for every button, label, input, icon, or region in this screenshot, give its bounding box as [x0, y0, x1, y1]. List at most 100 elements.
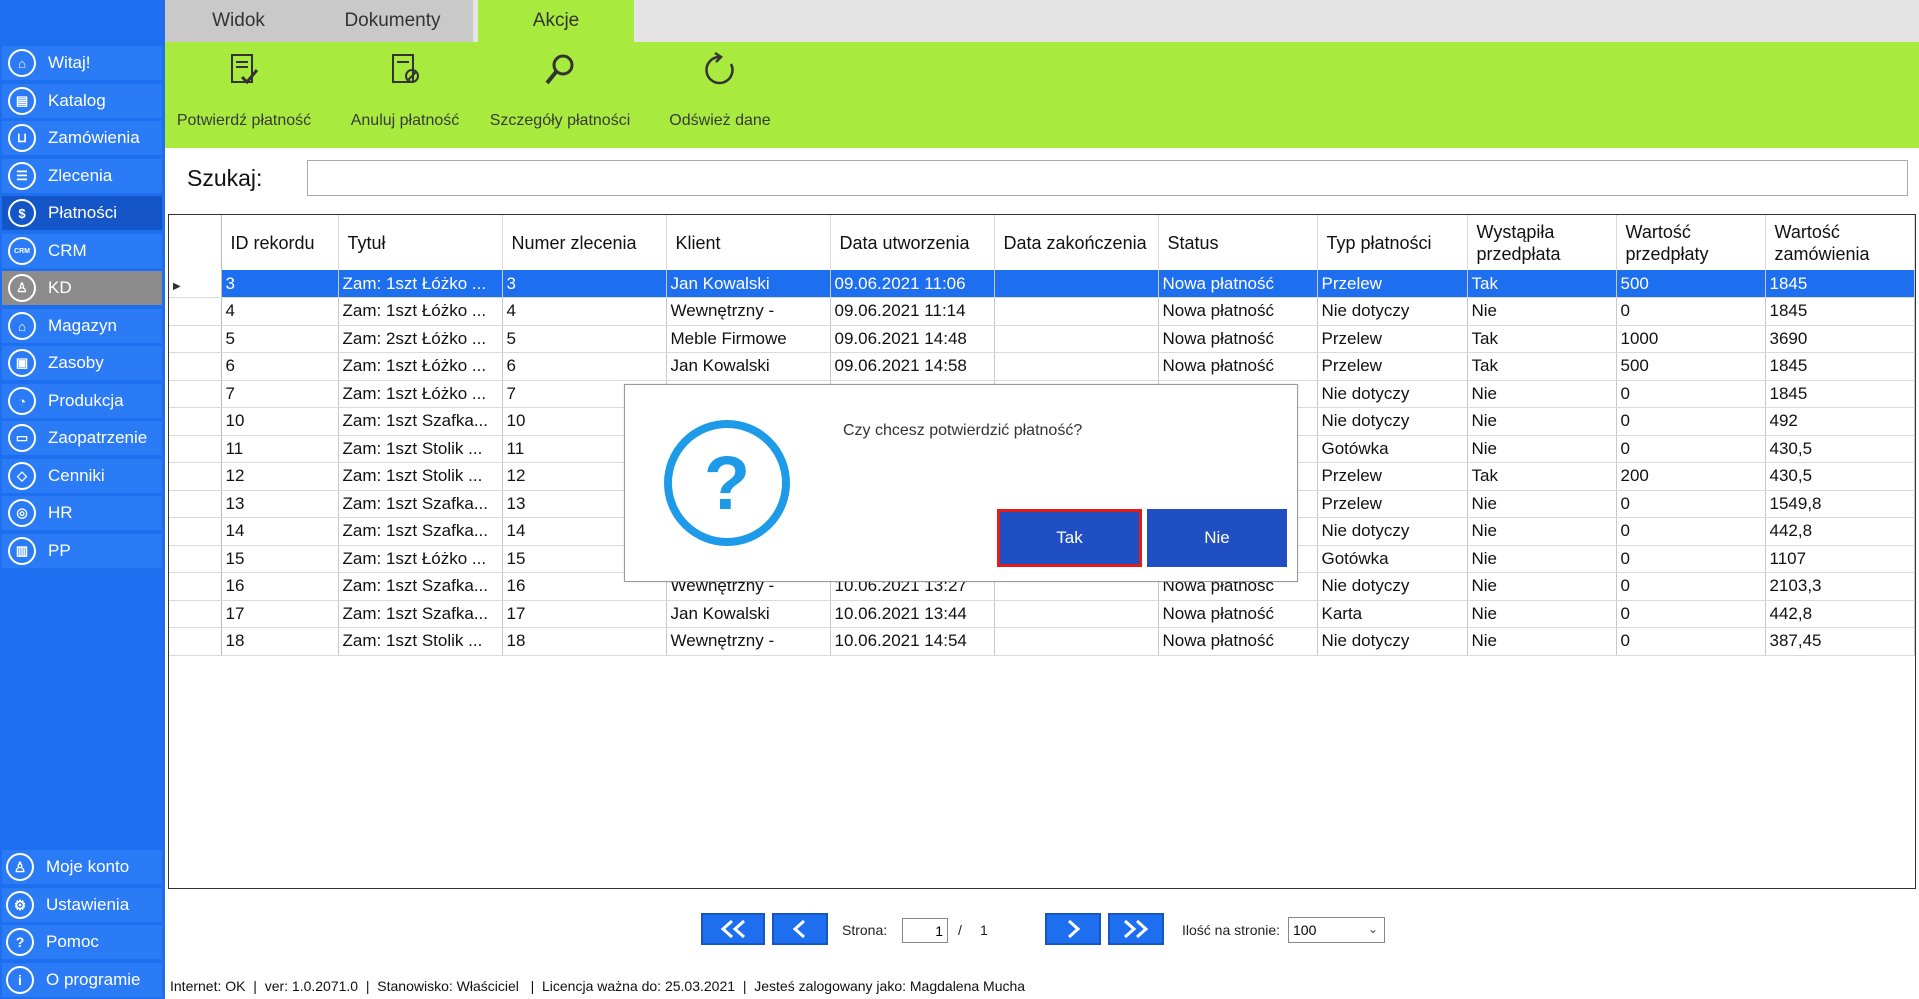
sidebar-item-moje-konto[interactable]: ♙ Moje konto	[2, 850, 162, 884]
table-cell[interactable]: Meble Firmowe	[666, 325, 831, 353]
table-cell[interactable]: 1107	[1765, 545, 1915, 573]
sidebar-item-ustawienia[interactable]: ⚙ Ustawienia	[2, 888, 162, 922]
table-cell[interactable]: 5	[502, 325, 667, 353]
table-cell[interactable]: 7	[221, 380, 339, 408]
sidebar-item-crm[interactable]: CRM CRM	[2, 234, 162, 268]
table-cell[interactable]: Karta	[1317, 600, 1468, 628]
page-input[interactable]	[902, 918, 948, 943]
table-cell[interactable]: 13	[221, 490, 339, 518]
table-row[interactable]: 6 Zam: 1szt Łóżko ... 6 Jan Kowalski 09.06.2…	[169, 352, 1915, 381]
table-cell[interactable]: 17	[502, 600, 667, 628]
table-cell[interactable]: Nowa płatność	[1158, 325, 1318, 353]
table-cell[interactable]: Tak	[1467, 325, 1617, 353]
table-cell[interactable]: 492	[1765, 407, 1915, 436]
table-cell[interactable]: 1000	[1616, 325, 1766, 353]
table-cell[interactable]: 0	[1616, 572, 1766, 601]
table-cell[interactable]: Zam: 1szt Łóżko ...	[338, 380, 503, 408]
table-cell[interactable]: 09.06.2021 11:14	[830, 297, 995, 326]
table-cell[interactable]: Przelew	[1317, 462, 1468, 491]
sidebar-item-cenniki[interactable]: ◇ Cenniki	[2, 459, 162, 493]
column-header[interactable]: ID rekordu	[221, 215, 339, 270]
table-cell[interactable]: Zam: 2szt Łóżko ...	[338, 325, 503, 353]
table-cell[interactable]: 09.06.2021 14:48	[830, 325, 995, 353]
table-cell[interactable]: Nie	[1467, 572, 1617, 601]
table-cell[interactable]: 3690	[1765, 325, 1915, 353]
sidebar-item-produkcja[interactable]: ◔ Produkcja	[2, 384, 162, 418]
table-cell[interactable]: 0	[1616, 600, 1766, 628]
table-cell[interactable]: 12	[221, 462, 339, 491]
table-cell[interactable]: Tak	[1467, 462, 1617, 491]
row-header[interactable]	[169, 407, 222, 436]
table-cell[interactable]: Jan Kowalski	[666, 352, 831, 381]
sidebar-item-o-programie[interactable]: i O programie	[2, 963, 162, 997]
table-cell[interactable]: 4	[221, 297, 339, 326]
table-cell[interactable]: Zam: 1szt Łóżko ...	[338, 352, 503, 381]
column-header[interactable]: Wartość przedpłaty	[1616, 215, 1766, 270]
table-row[interactable]: 18 Zam: 1szt Stolik ... 18 Wewnętrzny -10.0…	[169, 627, 1915, 656]
table-cell[interactable]: 14	[221, 517, 339, 546]
table-cell[interactable]: 1845	[1765, 380, 1915, 408]
table-cell[interactable]: 387,45	[1765, 627, 1915, 656]
sidebar-item-zamowienia[interactable]: ⊔ Zamówienia	[2, 121, 162, 155]
column-header[interactable]: Typ płatności	[1317, 215, 1468, 270]
table-cell[interactable]: Przelew	[1317, 270, 1468, 298]
table-cell[interactable]: 500	[1616, 270, 1766, 298]
table-cell[interactable]: 0	[1616, 380, 1766, 408]
table-cell[interactable]: Wewnętrzny -	[666, 627, 831, 656]
table-cell[interactable]: Przelew	[1317, 490, 1468, 518]
table-cell[interactable]: 0	[1616, 517, 1766, 546]
table-cell[interactable]: Gotówka	[1317, 435, 1468, 463]
tab-akcje[interactable]: Akcje	[478, 0, 634, 42]
table-cell[interactable]: Zam: 1szt Stolik ...	[338, 435, 503, 463]
table-cell[interactable]: 430,5	[1765, 435, 1915, 463]
row-header[interactable]	[169, 297, 222, 326]
tab-dokumenty[interactable]: Dokumenty	[312, 0, 473, 42]
table-cell[interactable]	[994, 352, 1159, 381]
table-cell[interactable]: 1845	[1765, 352, 1915, 381]
cancel-payment-button[interactable]: Anuluj płatność	[340, 42, 470, 148]
next-page-button[interactable]	[1045, 913, 1101, 945]
table-row[interactable]: 4 Zam: 1szt Łóżko ... 4 Wewnętrzny -09.06.2…	[169, 297, 1915, 326]
table-cell[interactable]	[994, 270, 1159, 298]
table-cell[interactable]: Nie dotyczy	[1317, 627, 1468, 656]
table-cell[interactable]: Nie dotyczy	[1317, 380, 1468, 408]
table-cell[interactable]: Nie	[1467, 627, 1617, 656]
table-cell[interactable]: 0	[1616, 545, 1766, 573]
sidebar-item-magazyn[interactable]: ⌂ Magazyn	[2, 309, 162, 343]
table-cell[interactable]: Przelew	[1317, 352, 1468, 381]
table-cell[interactable]: Nie dotyczy	[1317, 297, 1468, 326]
column-header[interactable]: Data zakończenia	[994, 215, 1159, 270]
table-cell[interactable]: Nie	[1467, 407, 1617, 436]
row-header[interactable]	[169, 380, 222, 408]
sidebar-item-zlecenia[interactable]: ☰ Zlecenia	[2, 159, 162, 193]
column-header[interactable]: Numer zlecenia	[502, 215, 667, 270]
table-cell[interactable]: Zam: 1szt Szafka...	[338, 517, 503, 546]
table-cell[interactable]: Zam: 1szt Szafka...	[338, 572, 503, 601]
table-cell[interactable]: Zam: 1szt Łóżko ...	[338, 545, 503, 573]
table-cell[interactable]: 10.06.2021 13:44	[830, 600, 995, 628]
column-header[interactable]: Wystąpiła przedpłata	[1467, 215, 1617, 270]
column-header[interactable]: Tytuł	[338, 215, 503, 270]
column-header[interactable]: Klient	[666, 215, 831, 270]
row-header[interactable]	[169, 572, 222, 601]
sidebar-item-zaopatrzenie[interactable]: ▭ Zaopatrzenie	[2, 421, 162, 455]
row-header[interactable]: ▶	[169, 270, 222, 298]
search-input[interactable]	[307, 160, 1908, 196]
table-cell[interactable]: 17	[221, 600, 339, 628]
table-cell[interactable]: Nie	[1467, 297, 1617, 326]
table-cell[interactable]: 3	[502, 270, 667, 298]
table-cell[interactable]: Zam: 1szt Stolik ...	[338, 462, 503, 491]
table-cell[interactable]: 0	[1616, 435, 1766, 463]
table-cell[interactable]: Nie	[1467, 600, 1617, 628]
yes-button[interactable]: Tak	[997, 509, 1142, 567]
column-header[interactable]: Status	[1158, 215, 1318, 270]
table-cell[interactable]: Zam: 1szt Stolik ...	[338, 627, 503, 656]
table-cell[interactable]: 6	[221, 352, 339, 381]
table-cell[interactable]: Nowa płatność	[1158, 627, 1318, 656]
refresh-button[interactable]: Odśwież dane	[655, 42, 785, 148]
row-header[interactable]	[169, 490, 222, 518]
sidebar-item-pp[interactable]: ▥ PP	[2, 534, 162, 568]
table-cell[interactable]: 0	[1616, 407, 1766, 436]
table-cell[interactable]: Jan Kowalski	[666, 270, 831, 298]
row-header[interactable]	[169, 352, 222, 381]
